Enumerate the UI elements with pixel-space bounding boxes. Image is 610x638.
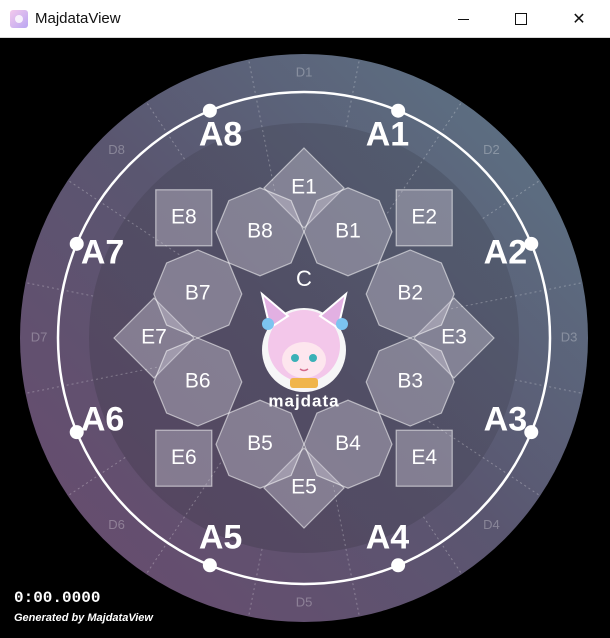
close-icon: ✕: [572, 11, 586, 28]
d-zone-label: D7: [31, 329, 48, 344]
e-zone-label: E2: [411, 205, 437, 228]
e-zone-label: E4: [411, 446, 437, 469]
e-zone-e6[interactable]: E6: [155, 429, 213, 487]
e-zone-e8[interactable]: E8: [155, 189, 213, 247]
majdata-app-icon: [10, 10, 28, 28]
maximize-icon: [515, 13, 527, 25]
close-button[interactable]: ✕: [550, 0, 608, 38]
d-zone-label: D8: [108, 142, 125, 157]
a-zone-a1[interactable]: A1: [366, 116, 409, 154]
a-zone-a4[interactable]: A4: [366, 518, 410, 556]
minimize-icon: [457, 18, 469, 20]
title-bar: MajdataView ✕: [0, 0, 610, 38]
e-zone-label: E1: [291, 176, 317, 199]
d-zone-label: D6: [108, 517, 125, 532]
d-zone-label: D3: [561, 329, 578, 344]
maximize-button[interactable]: [492, 0, 550, 38]
b-zone-b8[interactable]: B8: [215, 187, 305, 277]
d-zone-label: D5: [296, 594, 313, 609]
e-zone-e4[interactable]: E4: [395, 429, 453, 487]
a-zone-a7[interactable]: A7: [81, 234, 124, 272]
minimize-button[interactable]: [434, 0, 492, 38]
e-zone-label: E6: [171, 446, 197, 469]
ring-button-marker[interactable]: [391, 558, 406, 573]
playback-time: 0:00.0000: [14, 589, 101, 607]
b-zone-label: B5: [247, 432, 273, 455]
b-zone-b6[interactable]: B6: [153, 337, 243, 427]
d-zone-label: D2: [483, 142, 500, 157]
d-zone-label: D4: [483, 517, 500, 532]
a-zone-a6[interactable]: A6: [81, 400, 124, 438]
majdata-mascot-icon: [260, 291, 348, 392]
e-zone-label: E8: [171, 205, 197, 228]
b-zone-label: B2: [397, 282, 423, 305]
e-zone-label: E3: [441, 326, 467, 349]
a-zone-a8[interactable]: A8: [199, 116, 242, 154]
b-zone-label: B7: [185, 282, 211, 305]
window-title: MajdataView: [35, 10, 121, 27]
b-zone-label: B4: [335, 432, 361, 455]
majdata-logo: majdata: [268, 391, 339, 410]
b-zone-b4[interactable]: B4: [303, 399, 393, 489]
center-label: C: [296, 266, 312, 291]
b-zone-label: B1: [335, 219, 361, 242]
b-zone-label: B8: [247, 219, 273, 242]
e-zone-label: E7: [141, 326, 167, 349]
e-zone-label: E5: [291, 476, 317, 499]
e-zone-e2[interactable]: E2: [395, 189, 453, 247]
b-zone-label: B3: [397, 370, 423, 393]
generated-credit: Generated by MajdataView: [14, 612, 153, 624]
ring-button-marker[interactable]: [202, 558, 217, 573]
d-zone-label: D1: [296, 64, 313, 79]
a-zone-a5[interactable]: A5: [199, 518, 242, 556]
touch-panel: D1 D2 D3 D4 D5 D6 D7 D8 A1 A2 A3 A4 A5 A6 A7 A8 E1 E2 E3…: [20, 54, 588, 622]
a-zone-a2[interactable]: A2: [484, 234, 527, 272]
play-field[interactable]: D1 D2 D3 D4 D5 D6 D7 D8 A1 A2 A3 A4 A5 A6 A7 A8 E1 E2 E3…: [0, 38, 610, 638]
a-zone-a3[interactable]: A3: [484, 400, 527, 438]
b-zone-label: B6: [185, 370, 211, 393]
b-zone-b2[interactable]: B2: [365, 249, 455, 339]
